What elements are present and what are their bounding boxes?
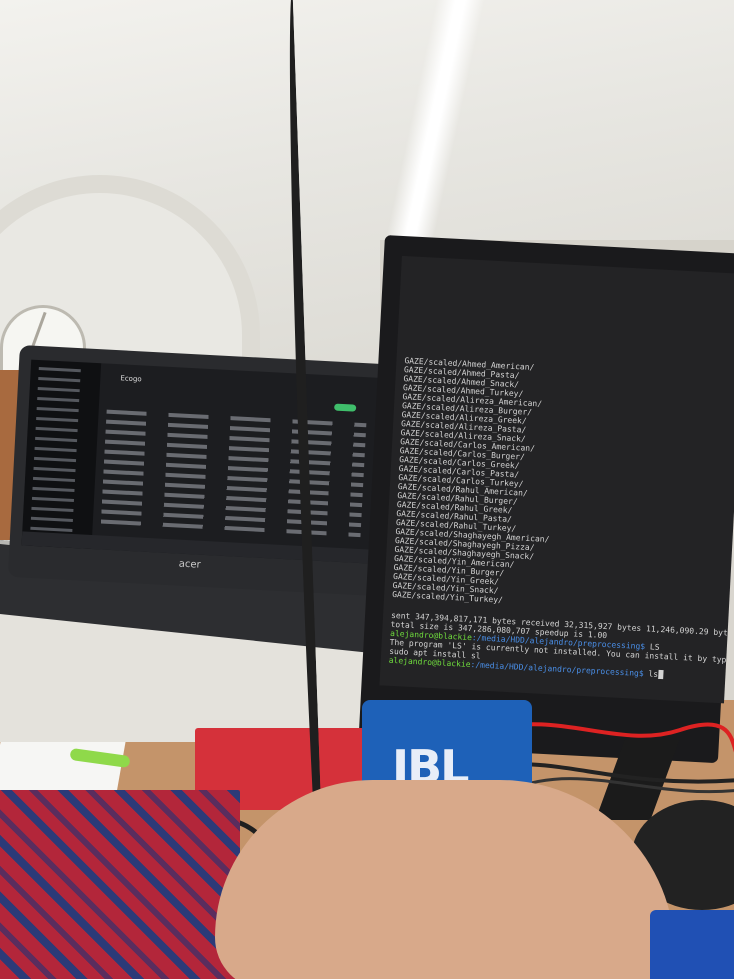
terminal-window[interactable]: GAZE/scaled/Ahmed_American/GAZE/scaled/A… xyxy=(379,255,734,704)
blue-keyboard[interactable] xyxy=(650,910,734,979)
monitor: GAZE/scaled/Ahmed_American/GAZE/scaled/A… xyxy=(358,235,734,764)
play-button[interactable] xyxy=(334,403,357,412)
command-text: ls xyxy=(643,669,659,679)
playlist-title: Ecogo xyxy=(120,374,142,384)
terminal-file-list: GAZE/scaled/Ahmed_American/GAZE/scaled/A… xyxy=(392,256,734,604)
music-app-sidebar[interactable] xyxy=(21,359,102,562)
laptop-screen[interactable]: Ecogo xyxy=(21,359,383,564)
plaid-sleeve xyxy=(0,790,240,979)
prompt-path: :/media/HDD/alejandro/preprocessing$ xyxy=(470,660,644,679)
terminal-prompt-current[interactable]: alejandro@blackie:/media/HDD/alejandro/p… xyxy=(389,656,664,680)
terminal-cursor: _ xyxy=(657,669,664,680)
laptop-logo: acer xyxy=(178,558,201,571)
laptop: Ecogo acer xyxy=(7,345,400,597)
photo-scene: Ecogo acer GAZE/scaled/Ahmed_American/GA… xyxy=(0,0,734,979)
